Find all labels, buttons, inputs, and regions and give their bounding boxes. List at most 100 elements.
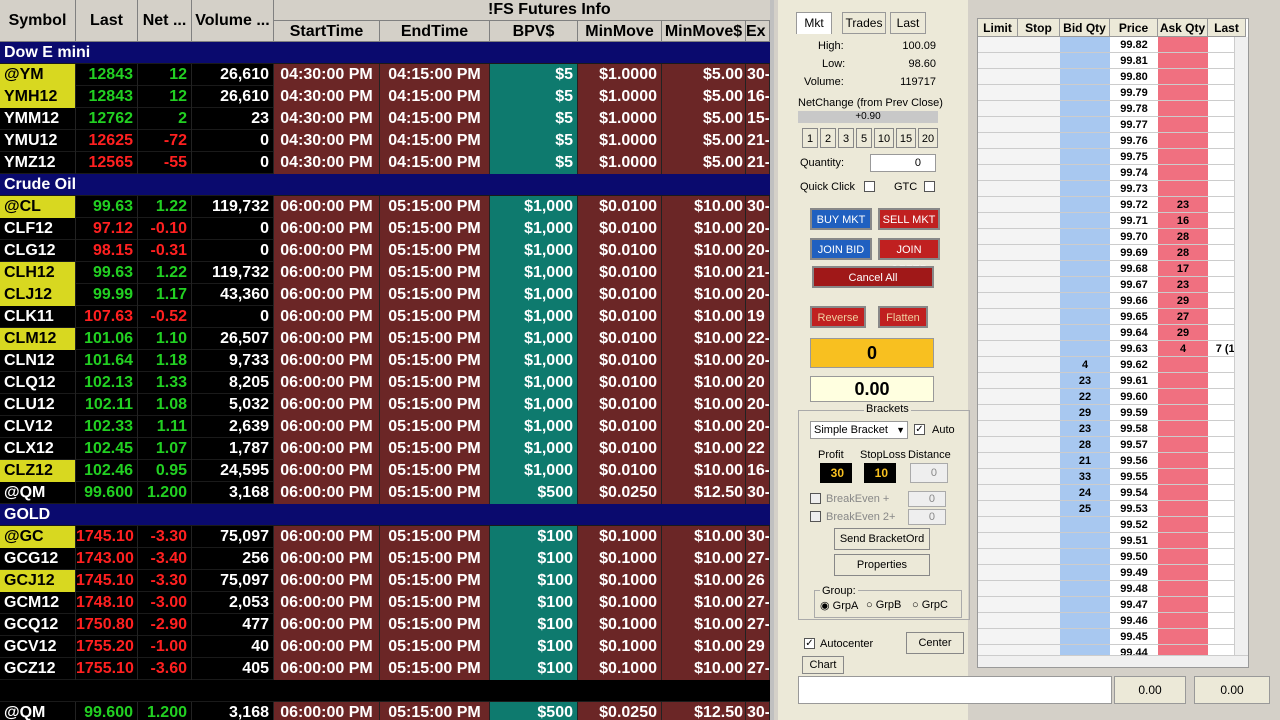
dom-bid-cell[interactable] [1060, 149, 1110, 165]
quote-row[interactable]: @QM 99.600 1.200 3,168 06:00:00 PM 05:15:00 P… [0, 482, 770, 504]
dom-price-cell[interactable]: 99.80 [1110, 69, 1158, 85]
dom-limit-cell[interactable] [978, 101, 1018, 117]
send-bracket-button[interactable]: Send BracketOrd [834, 528, 930, 550]
dom-ask-cell[interactable] [1158, 533, 1208, 549]
dom-limit-cell[interactable] [978, 469, 1018, 485]
dom-stop-cell[interactable] [1018, 149, 1060, 165]
dom-stop-cell[interactable] [1018, 405, 1060, 421]
header-endtime[interactable]: EndTime [380, 20, 490, 42]
dom-ask-cell[interactable]: 23 [1158, 197, 1208, 213]
qty-preset-button[interactable]: 1 [802, 128, 818, 148]
order-message-field[interactable] [798, 676, 1112, 704]
dom-bid-cell[interactable] [1060, 597, 1110, 613]
dom-bid-cell[interactable]: 24 [1060, 485, 1110, 501]
dom-bid-cell[interactable] [1060, 85, 1110, 101]
dom-bid-cell[interactable]: 23 [1060, 373, 1110, 389]
dom-bid-cell[interactable] [1060, 549, 1110, 565]
dom-limit-cell[interactable] [978, 405, 1018, 421]
dom-limit-cell[interactable] [978, 501, 1018, 517]
dom-ask-cell[interactable]: 29 [1158, 325, 1208, 341]
dom-ask-cell[interactable]: 28 [1158, 245, 1208, 261]
reverse-button[interactable]: Reverse [810, 306, 866, 328]
dom-horizontal-scrollbar[interactable] [978, 655, 1248, 667]
dom-stop-cell[interactable] [1018, 485, 1060, 501]
dom-ask-cell[interactable] [1158, 181, 1208, 197]
group-b-radio[interactable]: ○ GrpB [866, 599, 901, 611]
dom-stop-cell[interactable] [1018, 181, 1060, 197]
dom-price-cell[interactable]: 99.72 [1110, 197, 1158, 213]
dom-stop-cell[interactable] [1018, 517, 1060, 533]
center-button[interactable]: Center [906, 632, 964, 654]
dom-ask-cell[interactable] [1158, 69, 1208, 85]
dom-ask-cell[interactable] [1158, 597, 1208, 613]
dom-ask-cell[interactable] [1158, 629, 1208, 645]
quote-row[interactable]: CLV12 102.33 1.11 2,639 06:00:00 PM 05:15:00 … [0, 416, 770, 438]
dom-ask-cell[interactable]: 28 [1158, 229, 1208, 245]
dom-ask-cell[interactable] [1158, 37, 1208, 53]
dom-limit-cell[interactable] [978, 533, 1018, 549]
dom-bid-cell[interactable] [1060, 293, 1110, 309]
quote-row[interactable]: YMZ12 12565 -55 0 04:30:00 PM 04:15:00 PM $5 $1… [0, 152, 770, 174]
properties-button[interactable]: Properties [834, 554, 930, 576]
quote-row[interactable]: CLJ12 99.99 1.17 43,360 06:00:00 PM 05:15:00 … [0, 284, 770, 306]
dom-limit-cell[interactable] [978, 181, 1018, 197]
auto-checkbox[interactable]: ✓ [914, 424, 925, 435]
quote-row[interactable]: CLN12 101.64 1.18 9,733 06:00:00 PM 05:15:00 … [0, 350, 770, 372]
autocenter-checkbox[interactable]: ✓ [804, 638, 815, 649]
dom-bid-cell[interactable]: 21 [1060, 453, 1110, 469]
dom-bid-cell[interactable] [1060, 325, 1110, 341]
dom-ask-cell[interactable] [1158, 165, 1208, 181]
dom-stop-cell[interactable] [1018, 309, 1060, 325]
header-net[interactable]: Net ... [138, 0, 192, 42]
dom-stop-cell[interactable] [1018, 581, 1060, 597]
dom-stop-cell[interactable] [1018, 501, 1060, 517]
header-exp[interactable]: Ex [746, 20, 770, 42]
dom-limit-cell[interactable] [978, 277, 1018, 293]
dom-bid-cell[interactable] [1060, 197, 1110, 213]
dom-price-cell[interactable]: 99.62 [1110, 357, 1158, 373]
quote-row[interactable]: CLZ12 102.46 0.95 24,595 06:00:00 PM 05:15:00… [0, 460, 770, 482]
qty-preset-button[interactable]: 10 [874, 128, 894, 148]
quote-row[interactable]: GCQ12 1750.80 -2.90 477 06:00:00 PM 05:15:00 … [0, 614, 770, 636]
qty-preset-button[interactable]: 5 [856, 128, 872, 148]
dom-stop-cell[interactable] [1018, 549, 1060, 565]
dom-price-cell[interactable]: 99.78 [1110, 101, 1158, 117]
dom-price-cell[interactable]: 99.77 [1110, 117, 1158, 133]
header-starttime[interactable]: StartTime [274, 20, 380, 42]
group-header-row[interactable]: Dow E mini [0, 42, 770, 64]
dom-ask-cell[interactable] [1158, 101, 1208, 117]
dom-price-cell[interactable]: 99.58 [1110, 421, 1158, 437]
dom-price-cell[interactable]: 99.82 [1110, 37, 1158, 53]
dom-stop-cell[interactable] [1018, 69, 1060, 85]
dom-ask-cell[interactable] [1158, 149, 1208, 165]
dom-ask-cell[interactable] [1158, 357, 1208, 373]
dom-stop-cell[interactable] [1018, 53, 1060, 69]
quote-row[interactable]: GCM12 1748.10 -3.00 2,053 06:00:00 PM 05:15:0… [0, 592, 770, 614]
dom-limit-cell[interactable] [978, 133, 1018, 149]
quote-row[interactable]: GCJ12 1745.10 -3.30 75,097 06:00:00 PM 05:15:… [0, 570, 770, 592]
dom-bid-cell[interactable]: 28 [1060, 437, 1110, 453]
dom-price-cell[interactable]: 99.75 [1110, 149, 1158, 165]
dom-bid-cell[interactable] [1060, 533, 1110, 549]
dom-limit-cell[interactable] [978, 229, 1018, 245]
header-bpv[interactable]: BPV$ [490, 20, 578, 42]
flatten-button[interactable]: Flatten [878, 306, 928, 328]
quote-row[interactable]: @CL 99.63 1.22 119,732 06:00:00 PM 05:15:00 P… [0, 196, 770, 218]
dom-ask-cell[interactable] [1158, 437, 1208, 453]
quickclick-checkbox[interactable] [864, 181, 875, 192]
dom-price-cell[interactable]: 99.79 [1110, 85, 1158, 101]
dom-limit-cell[interactable] [978, 485, 1018, 501]
dom-bid-cell[interactable] [1060, 341, 1110, 357]
header-minmove-dollar[interactable]: MinMove$ [662, 20, 746, 42]
dom-limit-cell[interactable] [978, 309, 1018, 325]
dom-ask-cell[interactable] [1158, 421, 1208, 437]
dom-limit-cell[interactable] [978, 421, 1018, 437]
dom-price-cell[interactable]: 99.45 [1110, 629, 1158, 645]
quote-row[interactable]: GCG12 1743.00 -3.40 256 06:00:00 PM 05:15:00 … [0, 548, 770, 570]
dom-price-cell[interactable]: 99.66 [1110, 293, 1158, 309]
gtc-checkbox[interactable] [924, 181, 935, 192]
dom-price-cell[interactable]: 99.61 [1110, 373, 1158, 389]
dom-stop-cell[interactable] [1018, 133, 1060, 149]
dom-bid-cell[interactable] [1060, 565, 1110, 581]
dom-bid-cell[interactable] [1060, 245, 1110, 261]
